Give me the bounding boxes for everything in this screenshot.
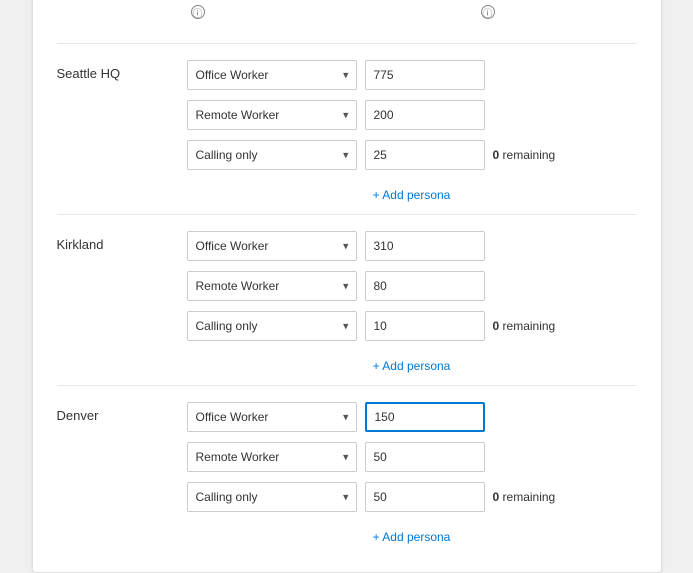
- user-count-input[interactable]: [365, 442, 485, 472]
- persona-select-wrapper: Office WorkerRemote WorkerCalling only: [187, 402, 357, 432]
- site-name: Denver: [57, 402, 187, 423]
- user-count-input[interactable]: [365, 231, 485, 261]
- persona-row: Office WorkerRemote WorkerCalling only: [187, 271, 637, 301]
- persona-select-wrapper: Office WorkerRemote WorkerCalling only: [187, 482, 357, 512]
- persona-row: Office WorkerRemote WorkerCalling only: [187, 231, 637, 261]
- user-count-input[interactable]: [365, 60, 485, 90]
- persona-header: ⓘ: [187, 5, 477, 19]
- persona-row: Office WorkerRemote WorkerCalling only 0 …: [187, 311, 637, 341]
- persona-select[interactable]: Office WorkerRemote WorkerCalling only: [187, 311, 357, 341]
- persona-row: Office WorkerRemote WorkerCalling only 0 …: [187, 140, 637, 170]
- persona-select[interactable]: Office WorkerRemote WorkerCalling only: [187, 60, 357, 90]
- persona-row: Office WorkerRemote WorkerCalling only: [187, 442, 637, 472]
- persona-select-wrapper: Office WorkerRemote WorkerCalling only: [187, 311, 357, 341]
- persona-select-wrapper: Office WorkerRemote WorkerCalling only: [187, 100, 357, 130]
- persona-select[interactable]: Office WorkerRemote WorkerCalling only: [187, 271, 357, 301]
- add-persona-button[interactable]: + Add persona: [187, 355, 637, 377]
- user-count-info-icon[interactable]: ⓘ: [481, 5, 495, 19]
- persona-select[interactable]: Office WorkerRemote WorkerCalling only: [187, 100, 357, 130]
- persona-row: Office WorkerRemote WorkerCalling only: [187, 60, 637, 90]
- site-section-seattle-hq: Seattle HQOffice WorkerRemote WorkerCall…: [57, 43, 637, 214]
- site-name: Kirkland: [57, 231, 187, 252]
- user-count-input[interactable]: [365, 140, 485, 170]
- persona-select-wrapper: Office WorkerRemote WorkerCalling only: [187, 271, 357, 301]
- personas-col: Office WorkerRemote WorkerCalling onlyOf…: [187, 231, 637, 377]
- user-count-input[interactable]: [365, 402, 485, 432]
- persona-select[interactable]: Office WorkerRemote WorkerCalling only: [187, 402, 357, 432]
- site-row: DenverOffice WorkerRemote WorkerCalling …: [57, 402, 637, 548]
- persona-select-wrapper: Office WorkerRemote WorkerCalling only: [187, 140, 357, 170]
- personas-col: Office WorkerRemote WorkerCalling onlyOf…: [187, 60, 637, 206]
- add-persona-button[interactable]: + Add persona: [187, 526, 637, 548]
- persona-select-wrapper: Office WorkerRemote WorkerCalling only: [187, 442, 357, 472]
- site-row: Seattle HQOffice WorkerRemote WorkerCall…: [57, 60, 637, 206]
- user-count-input[interactable]: [365, 100, 485, 130]
- main-card: ⓘ ⓘ Seattle HQOffice WorkerRemote Worker…: [32, 0, 662, 573]
- site-row: KirklandOffice WorkerRemote WorkerCallin…: [57, 231, 637, 377]
- site-section-denver: DenverOffice WorkerRemote WorkerCalling …: [57, 385, 637, 556]
- persona-select-wrapper: Office WorkerRemote WorkerCalling only: [187, 60, 357, 90]
- persona-select[interactable]: Office WorkerRemote WorkerCalling only: [187, 231, 357, 261]
- remaining-text: 0 remaining: [493, 490, 556, 504]
- persona-row: Office WorkerRemote WorkerCalling only: [187, 100, 637, 130]
- sites-container: Seattle HQOffice WorkerRemote WorkerCall…: [57, 43, 637, 556]
- personas-col: Office WorkerRemote WorkerCalling onlyOf…: [187, 402, 637, 548]
- persona-info-icon[interactable]: ⓘ: [191, 5, 205, 19]
- persona-select[interactable]: Office WorkerRemote WorkerCalling only: [187, 140, 357, 170]
- persona-row: Office WorkerRemote WorkerCalling only 0 …: [187, 482, 637, 512]
- site-section-kirkland: KirklandOffice WorkerRemote WorkerCallin…: [57, 214, 637, 385]
- persona-select[interactable]: Office WorkerRemote WorkerCalling only: [187, 442, 357, 472]
- user-count-input[interactable]: [365, 271, 485, 301]
- user-count-header: ⓘ: [477, 5, 637, 19]
- remaining-text: 0 remaining: [493, 319, 556, 333]
- table-header: ⓘ ⓘ: [57, 5, 637, 27]
- add-persona-button[interactable]: + Add persona: [187, 184, 637, 206]
- remaining-text: 0 remaining: [493, 148, 556, 162]
- persona-select[interactable]: Office WorkerRemote WorkerCalling only: [187, 482, 357, 512]
- persona-row: Office WorkerRemote WorkerCalling only: [187, 402, 637, 432]
- user-count-input[interactable]: [365, 311, 485, 341]
- site-name: Seattle HQ: [57, 60, 187, 81]
- persona-select-wrapper: Office WorkerRemote WorkerCalling only: [187, 231, 357, 261]
- user-count-input[interactable]: [365, 482, 485, 512]
